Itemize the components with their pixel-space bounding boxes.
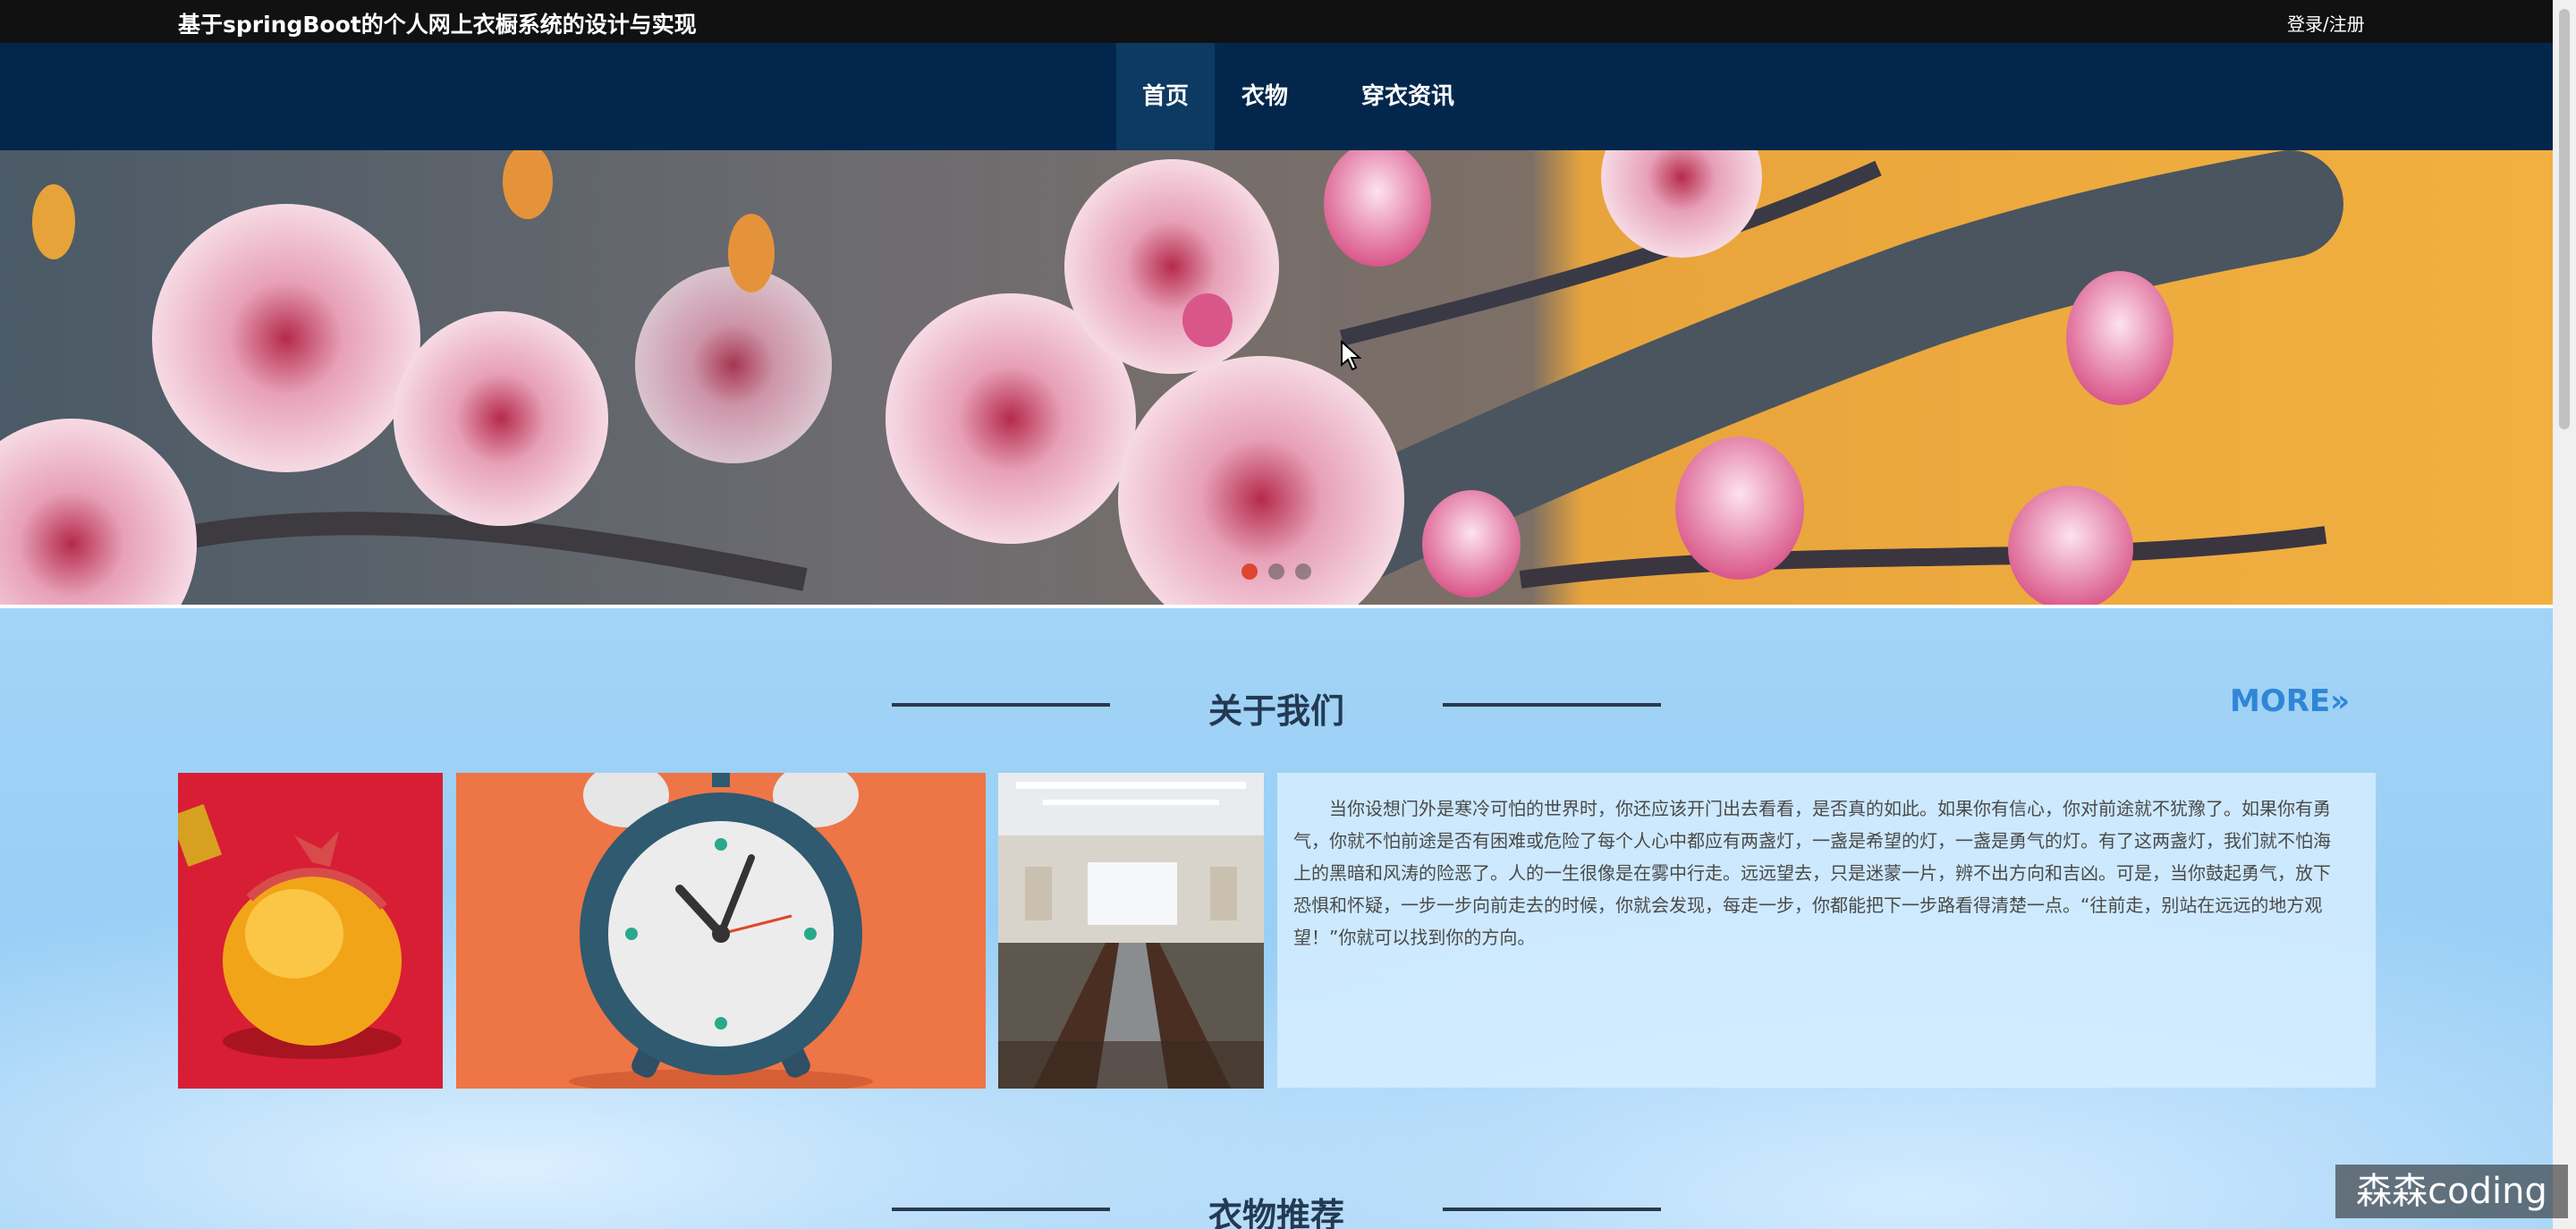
about-title-line-left: [892, 703, 1110, 707]
recommend-title-line-left: [892, 1208, 1110, 1211]
top-bar: 基于springBoot的个人网上衣橱系统的设计与实现 登录/注册: [0, 0, 2553, 43]
blossom-banner-image: [0, 150, 2553, 605]
carousel-indicators: [1241, 564, 1311, 580]
main-nav: 首页 衣物 穿衣资讯: [0, 43, 2553, 150]
recommend-title: 衣物推荐: [1208, 1196, 1344, 1229]
nav-item-dressing-news[interactable]: 穿衣资讯: [1327, 43, 1488, 150]
site-title: 基于springBoot的个人网上衣橱系统的设计与实现: [178, 12, 697, 38]
nav-item-home[interactable]: 首页: [1116, 43, 1215, 150]
about-title: 关于我们: [1208, 691, 1344, 731]
gold-egg-image: [178, 773, 443, 1089]
watermark: 森森coding: [2335, 1165, 2568, 1218]
banner-carousel[interactable]: [0, 150, 2553, 605]
login-register-link[interactable]: 登录/注册: [2287, 10, 2365, 36]
more-label: MORE: [2230, 683, 2331, 719]
conference-room-image: [998, 773, 1264, 1089]
nav-item-clothes[interactable]: 衣物: [1220, 43, 1309, 150]
double-chevron-right-icon: »: [2330, 683, 2351, 719]
carousel-dot-2[interactable]: [1268, 564, 1284, 580]
carousel-dot-1[interactable]: [1241, 564, 1258, 580]
recommend-title-line-right: [1443, 1208, 1661, 1211]
alarm-clock-image: [456, 773, 986, 1089]
scrollbar-thumb[interactable]: [2559, 9, 2570, 429]
carousel-dot-3[interactable]: [1295, 564, 1311, 580]
about-text: 当你设想门外是寒冷可怕的世界时，你还应该开门出去看看，是否真的如此。如果你有信心…: [1293, 798, 2331, 948]
more-link[interactable]: MORE»: [2230, 683, 2350, 719]
about-title-line-right: [1443, 703, 1661, 707]
about-text-panel: 当你设想门外是寒冷可怕的世界时，你还应该开门出去看看，是否真的如此。如果你有信心…: [1277, 773, 2376, 1088]
mouse-cursor-icon: [1341, 340, 1361, 371]
